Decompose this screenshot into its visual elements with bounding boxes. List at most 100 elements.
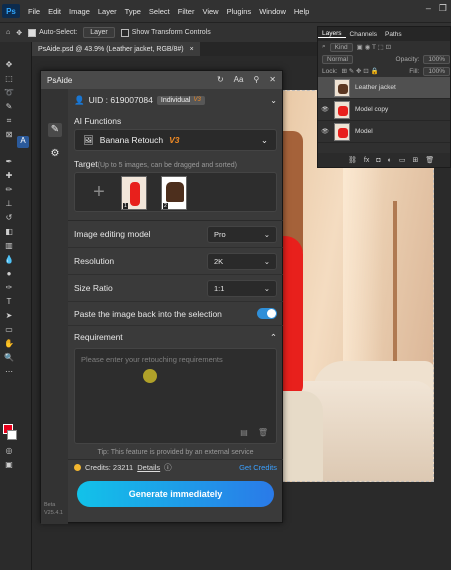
info-icon[interactable]: ⓘ <box>164 462 172 473</box>
background-color-swatch[interactable] <box>7 430 17 440</box>
add-image-icon[interactable]: + <box>83 177 115 209</box>
tab-paths[interactable]: Paths <box>381 31 406 38</box>
move-tool-icon[interactable]: ✥ <box>16 29 22 37</box>
template-icon[interactable]: ▤ <box>240 428 248 437</box>
layer-filter-row: ⌕ Kind ▣ ◉ T ⬚ ⊡ <box>318 41 450 53</box>
quick-mask-icon[interactable]: ◎ <box>4 446 14 456</box>
menu-file[interactable]: File <box>28 7 40 16</box>
target-images-box[interactable]: + 1 2 <box>74 172 277 212</box>
home-icon[interactable]: ⌂ <box>6 29 10 36</box>
layer-model-copy[interactable]: 👁 Model copy <box>318 99 450 121</box>
eraser-tool-icon[interactable]: ◧ <box>4 227 14 237</box>
tab-channels[interactable]: Channels <box>346 31 381 38</box>
get-credits-link[interactable]: Get Credits <box>239 463 277 472</box>
resolution-dropdown[interactable]: 2K ⌄ <box>207 252 277 270</box>
generate-button[interactable]: Generate immediately <box>77 481 274 507</box>
fx-icon[interactable]: fx <box>364 157 369 164</box>
font-size-icon[interactable]: Aa <box>234 75 244 84</box>
minimize-icon[interactable]: – <box>426 3 431 14</box>
menu-image[interactable]: Image <box>69 7 90 16</box>
folder-icon[interactable]: ▭ <box>399 156 406 164</box>
close-icon[interactable]: ✕ <box>269 75 276 84</box>
eye-icon[interactable]: 👁 <box>321 128 329 135</box>
blur-tool-icon[interactable]: 💧 <box>4 255 14 265</box>
lasso-tool-icon[interactable]: ➰ <box>4 88 14 98</box>
filter-icons[interactable]: ▣ ◉ T ⬚ ⊡ <box>357 43 391 51</box>
new-layer-icon[interactable]: ⊞ <box>412 156 418 164</box>
frame-tool-icon[interactable]: ⊠ <box>4 130 14 140</box>
menu-edit[interactable]: Edit <box>48 7 61 16</box>
target-hint: (Up to 5 images, can be dragged and sort… <box>97 162 237 169</box>
adjustment-icon[interactable]: ◐ <box>388 157 392 164</box>
chevron-down-icon[interactable]: ⌄ <box>270 96 277 105</box>
healing-brush-icon[interactable]: ✚ <box>4 171 14 181</box>
ai-function-dropdown[interactable]: 🖼 Banana Retouch V3 ⌄ <box>74 129 277 151</box>
refresh-icon[interactable]: ↻ <box>217 75 224 84</box>
size-ratio-dropdown[interactable]: 1:1 ⌄ <box>207 279 277 297</box>
menu-type[interactable]: Type <box>125 7 141 16</box>
tools-panel: ✥ ⬚ ➰ ✎ ⌗ ⊠ A ✒ ✚ ✏ ⊥ ↺ ◧ ▥ 💧 ● ✑ T ➤ ▭ … <box>0 42 32 570</box>
blend-mode-dropdown[interactable]: Normal <box>322 54 353 64</box>
account-row[interactable]: 👤 UID : 619007084 Individual V3 ⌄ <box>68 89 283 111</box>
history-brush-icon[interactable]: ↺ <box>4 213 14 223</box>
pin-icon[interactable]: ⚲ <box>253 75 259 84</box>
target-image-thumbnail[interactable]: 2 <box>161 176 187 210</box>
pen-tool-icon[interactable]: ✑ <box>4 283 14 293</box>
settings-gear-icon[interactable]: ⚙ <box>48 147 62 161</box>
brush-tool-icon[interactable]: ✏ <box>4 185 14 195</box>
document-tab-close-icon[interactable]: × <box>190 46 194 53</box>
layer-model[interactable]: 👁 Model <box>318 121 450 143</box>
menu-layer[interactable]: Layer <box>98 7 117 16</box>
maximize-icon[interactable]: ❐ <box>439 3 447 14</box>
layer-leather-jacket[interactable]: Leather jacket <box>318 77 450 99</box>
auto-select-dropdown[interactable]: Layer <box>83 27 115 38</box>
zoom-tool-icon[interactable]: 🔍 <box>4 353 14 363</box>
transform-controls-checkbox[interactable] <box>120 28 129 37</box>
menu-filter[interactable]: Filter <box>178 7 195 16</box>
requirement-header[interactable]: Requirement ⌃ <box>68 326 283 348</box>
requirement-box: ▤ 🗑 <box>74 348 277 444</box>
target-section-label: Target(Up to 5 images, can be dragged an… <box>68 151 283 172</box>
dodge-tool-icon[interactable]: ● <box>4 269 14 279</box>
eye-icon[interactable]: 👁 <box>321 106 329 113</box>
path-select-icon[interactable]: ➤ <box>4 311 14 321</box>
gradient-tool-icon[interactable]: ▥ <box>4 241 14 251</box>
edit-brush-icon[interactable]: ✎ <box>48 123 62 137</box>
crop-tool-icon[interactable]: ⌗ <box>4 116 14 126</box>
move-tool-icon[interactable]: ✥ <box>4 60 14 70</box>
auto-select-checkbox[interactable] <box>28 28 37 37</box>
trash-icon[interactable]: 🗑 <box>258 428 268 437</box>
link-layers-icon[interactable]: ⛓ <box>348 156 357 164</box>
psaide-plugin-icon[interactable]: A <box>17 136 29 148</box>
eyedropper-icon[interactable]: ✒ <box>4 157 14 167</box>
tab-layers[interactable]: Layers <box>318 30 346 38</box>
menu-help[interactable]: Help <box>294 7 309 16</box>
plan-badge-label: Individual <box>160 96 191 104</box>
hand-tool-icon[interactable]: ✋ <box>4 339 14 349</box>
quick-select-icon[interactable]: ✎ <box>4 102 14 112</box>
opacity-field[interactable]: 100% <box>423 54 450 64</box>
ai-function-name: Banana Retouch <box>99 135 164 145</box>
type-tool-icon[interactable]: T <box>4 297 14 307</box>
screen-mode-icon[interactable]: ▣ <box>4 460 14 470</box>
marquee-tool-icon[interactable]: ⬚ <box>4 74 14 84</box>
more-tools-icon[interactable]: ⋯ <box>4 367 14 377</box>
details-link[interactable]: Details <box>137 463 160 472</box>
lock-icons[interactable]: ⊞ ✎ ✥ ⊡ 🔒 <box>342 67 379 75</box>
paste-back-toggle[interactable] <box>257 308 277 319</box>
image-editing-model-dropdown[interactable]: Pro ⌄ <box>207 225 277 243</box>
rectangle-tool-icon[interactable]: ▭ <box>4 325 14 335</box>
document-tab[interactable]: PsAide.psd @ 43.9% (Leather jacket, RGB/… <box>32 42 200 56</box>
clone-stamp-icon[interactable]: ⊥ <box>4 199 14 209</box>
mask-icon[interactable]: ◘ <box>376 157 380 164</box>
menu-bar: Ps File Edit Image Layer Type Select Fil… <box>0 0 451 22</box>
menu-plugins[interactable]: Plugins <box>227 7 252 16</box>
fill-field[interactable]: 100% <box>423 66 450 76</box>
menu-select[interactable]: Select <box>149 7 170 16</box>
menu-view[interactable]: View <box>202 7 218 16</box>
menu-window[interactable]: Window <box>259 7 286 16</box>
kind-filter-dropdown[interactable]: Kind <box>329 42 353 52</box>
dropdown-value: Pro <box>214 229 226 239</box>
target-image-thumbnail[interactable]: 1 <box>121 176 147 210</box>
trash-icon[interactable]: 🗑 <box>425 156 434 164</box>
